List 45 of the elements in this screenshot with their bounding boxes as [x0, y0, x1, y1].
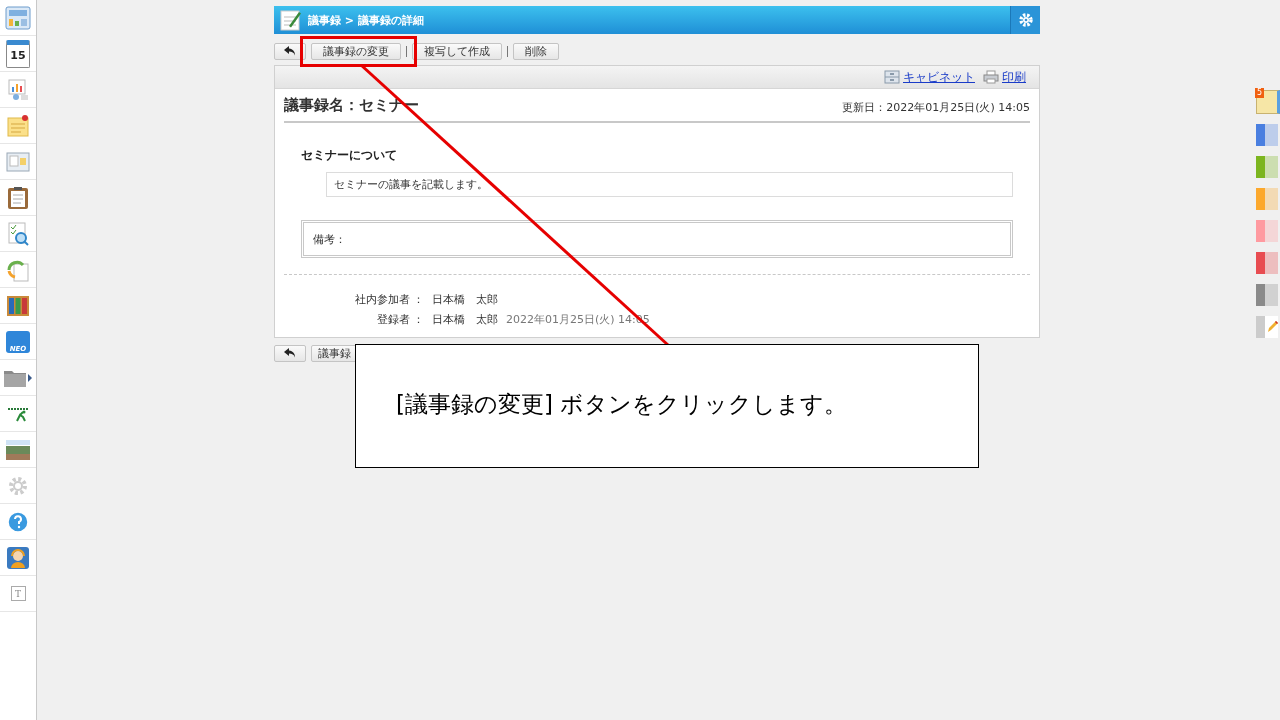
clipboard-icon[interactable]	[7, 185, 29, 210]
search-icon[interactable]	[6, 221, 30, 246]
field-label: 登録者 ：	[375, 312, 424, 327]
help-icon[interactable]	[7, 510, 29, 533]
chart-icon[interactable]	[6, 77, 30, 102]
note-label: 備考：	[313, 231, 346, 247]
toolbar-button[interactable]: 削除	[513, 42, 559, 60]
color-tab[interactable]	[1256, 252, 1278, 274]
person-name: 日本橋 太郎	[432, 292, 498, 307]
banner-image-icon[interactable]	[5, 438, 31, 461]
text-icon[interactable]: T	[10, 586, 26, 601]
section-title: セミナーについて	[301, 147, 398, 164]
color-tab[interactable]	[1256, 188, 1278, 210]
color-tab[interactable]	[1256, 284, 1278, 306]
toolbar-button[interactable]: 議事録	[311, 344, 358, 362]
settings-button[interactable]	[1010, 6, 1040, 34]
pencil-tab[interactable]	[1256, 316, 1278, 338]
settings-icon	[1017, 12, 1034, 28]
support-person-icon[interactable]	[6, 545, 30, 570]
color-tab[interactable]	[1256, 124, 1278, 146]
updated-date: 更新日：2022年01月25日(火) 14:05	[842, 100, 1030, 115]
toolbar-link[interactable]: キャビネット	[903, 68, 975, 86]
pencil-icon	[1265, 320, 1278, 334]
field-label: 社内参加者 ：	[353, 292, 424, 307]
binders-icon[interactable]	[6, 293, 30, 318]
notepad-pencil-icon	[280, 9, 302, 31]
color-tab[interactable]	[1256, 220, 1278, 242]
toolbar-button[interactable]: 議事録の変更	[311, 42, 401, 60]
count-badge: 5	[1255, 88, 1265, 98]
color-tab[interactable]	[1256, 156, 1278, 178]
back-arrow-icon	[284, 348, 296, 358]
person-name: 日本橋 太郎	[432, 312, 498, 327]
dashboard-icon[interactable]	[5, 5, 31, 30]
memo-icon[interactable]	[6, 113, 30, 138]
back-arrow-icon	[284, 46, 296, 56]
toolbar-button[interactable]: 複写して作成	[412, 42, 502, 60]
back-button[interactable]	[274, 344, 306, 362]
record-title: 議事録名：セミナー	[284, 96, 419, 115]
cabinet-icon	[884, 70, 900, 84]
toolbar-link[interactable]: 印刷	[1002, 68, 1026, 86]
content-text: セミナーの議事を記載します。	[326, 172, 1013, 197]
callout-text: [議事録の変更] ボタンをクリックします。	[396, 389, 848, 419]
printer-icon	[983, 70, 999, 84]
calendar-icon[interactable]: 15	[6, 39, 30, 68]
page-title: 議事録 > 議事録の詳細	[308, 12, 424, 28]
